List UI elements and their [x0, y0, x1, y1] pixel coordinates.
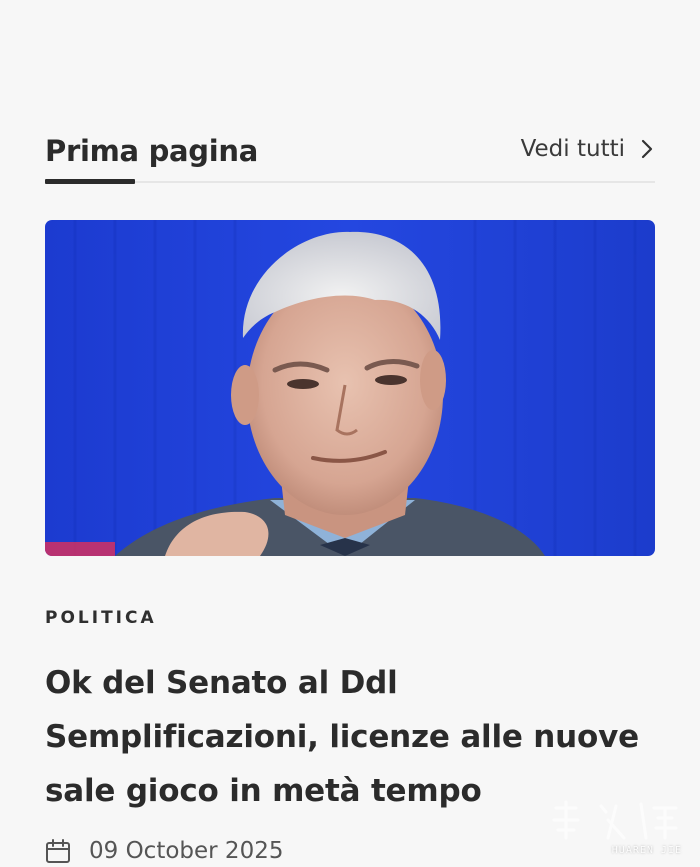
section-header: Prima pagina Vedi tutti — [45, 130, 655, 184]
article-date: 09 October 2025 — [89, 838, 284, 864]
article-hero-image[interactable] — [45, 220, 655, 556]
chevron-right-icon — [641, 139, 653, 159]
page: Prima pagina Vedi tutti POLITICA Ok del … — [0, 0, 700, 867]
calendar-icon — [46, 839, 70, 863]
header-divider — [45, 181, 655, 183]
section-title: Prima pagina — [45, 134, 259, 168]
article-category[interactable]: POLITICA — [45, 608, 157, 628]
hero-photo — [45, 220, 655, 556]
article-headline[interactable]: Ok del Senato al Ddl Semplificazioni, li… — [45, 656, 655, 818]
see-all-label: Vedi tutti — [520, 136, 625, 162]
watermark-text: HUAREN JIE — [611, 845, 682, 856]
section-title-underline — [45, 179, 135, 184]
watermark-mark — [552, 800, 678, 840]
article-date-row: 09 October 2025 — [45, 838, 283, 864]
see-all-link[interactable]: Vedi tutti — [521, 136, 655, 162]
watermark-logo: HUAREN JIE — [546, 798, 686, 860]
